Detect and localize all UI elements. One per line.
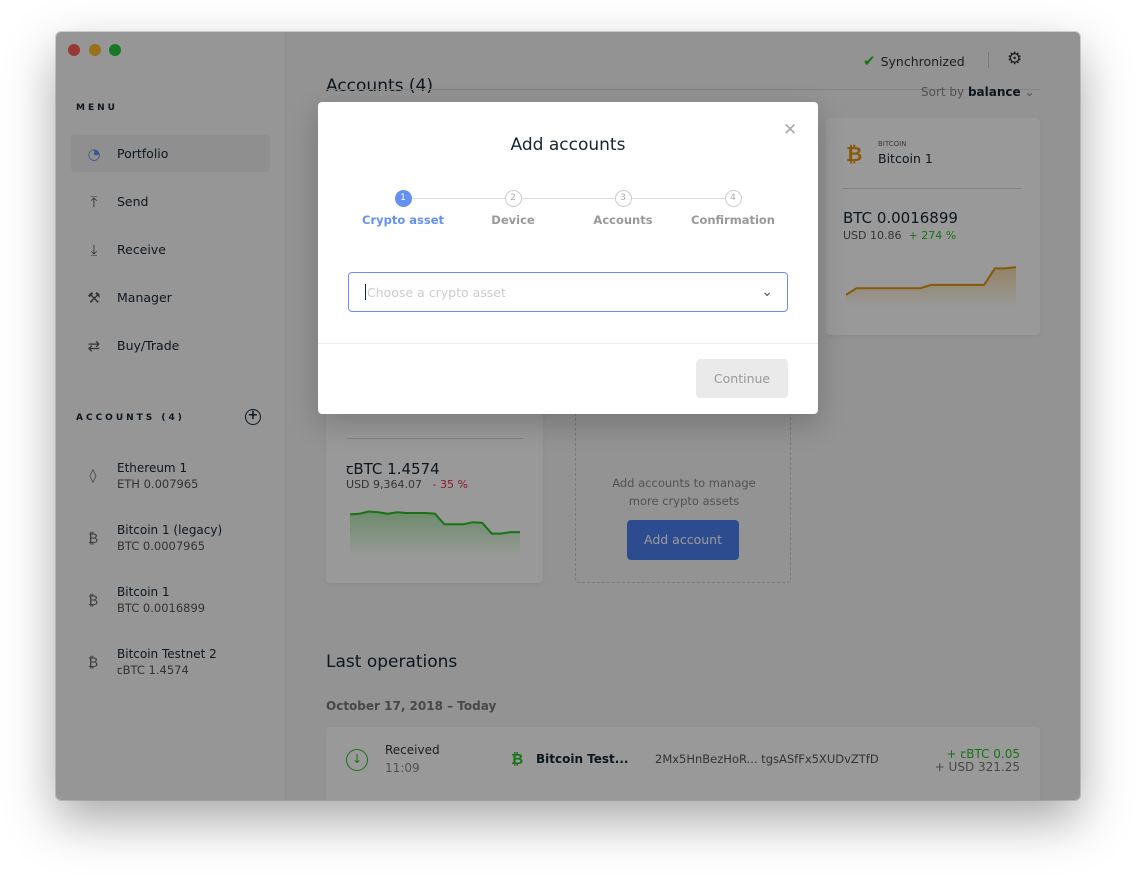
divider — [318, 343, 818, 344]
step-label: Confirmation — [691, 213, 775, 227]
continue-button[interactable]: Continue — [696, 359, 788, 398]
close-icon[interactable]: ✕ — [783, 120, 797, 140]
step-accounts: 3 Accounts — [568, 190, 678, 227]
select-placeholder: Choose a crypto asset — [367, 284, 506, 300]
step-number: 2 — [504, 190, 522, 207]
modal-title: Add accounts — [510, 135, 626, 155]
step-number: 4 — [724, 190, 742, 207]
step-crypto-asset: 1 Crypto asset — [348, 190, 458, 227]
step-label: Device — [491, 213, 535, 227]
step-label: Crypto asset — [362, 213, 444, 227]
step-label: Accounts — [593, 213, 653, 227]
step-number: 1 — [394, 190, 412, 207]
step-confirmation: 4 Confirmation — [678, 190, 788, 227]
app-window: MENU ◔ Portfolio ⤒ Send ⤓ Receive ⚒ Manager … — [56, 32, 1080, 800]
step-device: 2 Device — [458, 190, 568, 227]
add-accounts-modal: Add accounts ✕ 1 Crypto asset 2 Device 3 Ac… — [318, 102, 818, 414]
chevron-down-icon: ⌄ — [761, 284, 773, 300]
crypto-asset-select[interactable]: Choose a crypto asset ⌄ — [348, 272, 788, 312]
step-number: 3 — [614, 190, 632, 207]
